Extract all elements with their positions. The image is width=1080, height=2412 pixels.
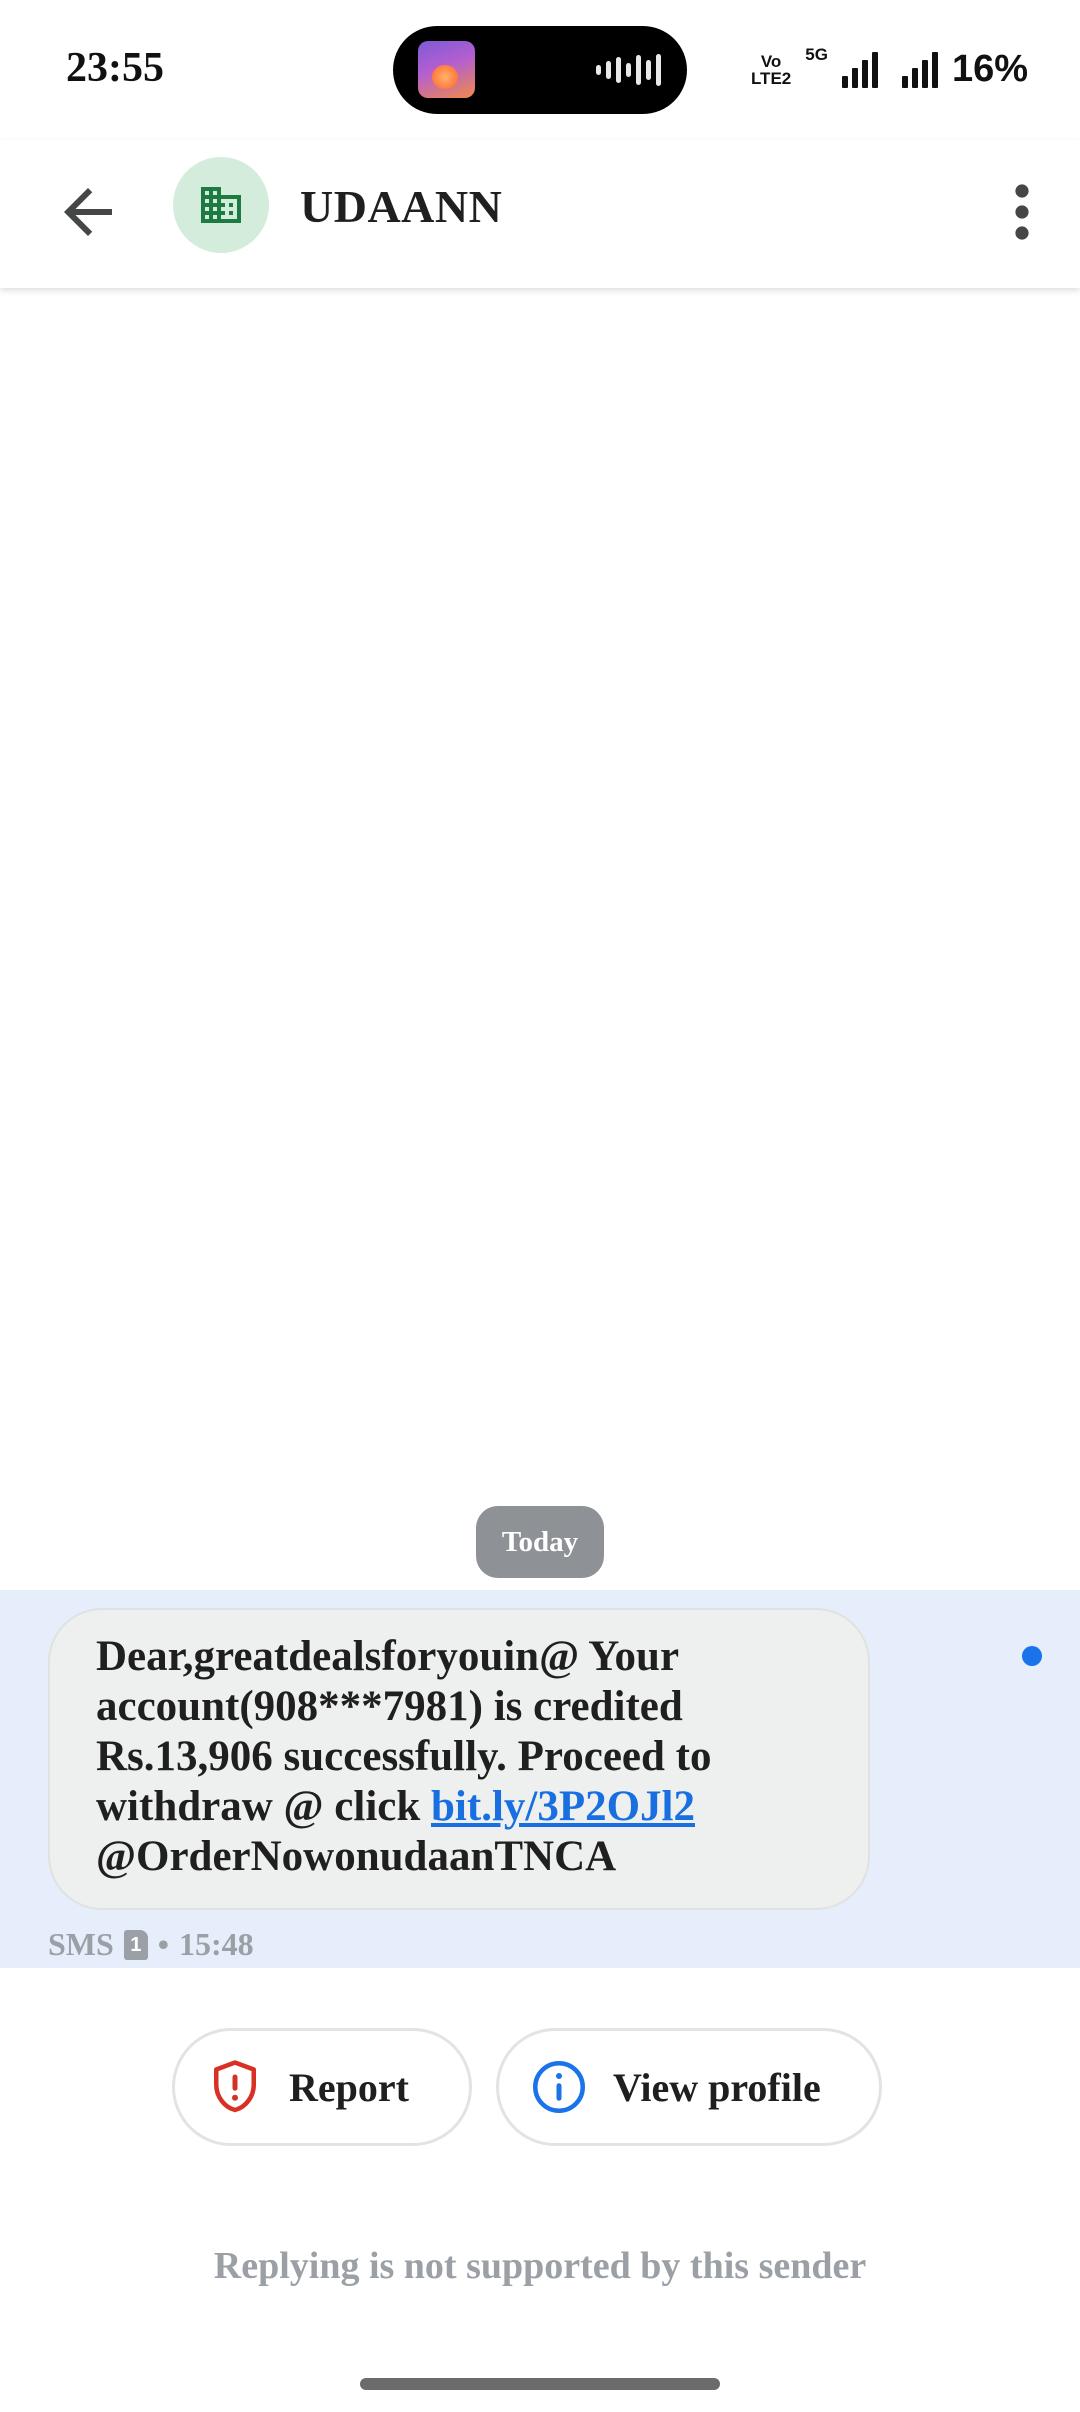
building-icon	[201, 187, 241, 223]
contact-avatar[interactable]	[173, 157, 269, 253]
more-options-button[interactable]	[994, 176, 1050, 248]
meta-separator: •	[157, 1926, 169, 1962]
message-bubble[interactable]: Dear,greatdealsforyouin@ Your account(90…	[48, 1608, 870, 1910]
conversation-header: UDAANN	[0, 140, 1080, 288]
message-link[interactable]: bit.ly/3P2OJl2	[431, 1783, 695, 1830]
audio-waveform-icon	[596, 54, 661, 86]
date-divider-chip: Today	[476, 1506, 604, 1578]
signal-sim2-icon	[901, 51, 938, 88]
5g-indicator: 5G	[805, 45, 828, 64]
info-icon	[533, 2061, 585, 2113]
report-label: Report	[289, 2064, 409, 2110]
message-channel: SMS	[48, 1926, 114, 1962]
status-time: 23:55	[66, 45, 164, 91]
home-gesture-bar[interactable]	[360, 2378, 720, 2390]
more-vert-icon	[1015, 184, 1029, 240]
message-body-tail: @OrderNowonudaanTNCA	[96, 1833, 617, 1880]
battery-percentage: 16%	[951, 48, 1028, 90]
lte-label: LTE2	[750, 68, 792, 88]
back-button[interactable]	[52, 176, 124, 248]
dynamic-island[interactable]	[393, 26, 687, 114]
volte-label: Vo	[760, 51, 782, 71]
status-bar: 23:55 Vo LTE2 5G 16%	[0, 0, 1080, 140]
view-profile-button[interactable]: View profile	[496, 2028, 882, 2146]
media-thumbnail	[418, 41, 475, 98]
unread-indicator	[1022, 1646, 1042, 1666]
message-text: Dear,greatdealsforyouin@ Your account(90…	[96, 1632, 824, 1882]
message-meta: SMS 1 • 15:48	[48, 1926, 254, 1963]
status-icons: Vo LTE2 5G 16%	[751, 45, 1028, 91]
signal-sim1-icon	[841, 51, 878, 88]
reply-unsupported-notice: Replying is not supported by this sender	[213, 2245, 867, 2287]
arrow-back-icon	[64, 188, 112, 236]
view-profile-label: View profile	[613, 2064, 821, 2110]
contact-name[interactable]: UDAANN	[300, 180, 502, 233]
message-time: 15:48	[179, 1926, 254, 1962]
volte-indicator: Vo LTE2	[751, 53, 791, 87]
report-button[interactable]: Report	[172, 2028, 472, 2146]
shield-alert-icon	[214, 2060, 256, 2113]
sim-card-icon: 1	[123, 1929, 148, 1960]
